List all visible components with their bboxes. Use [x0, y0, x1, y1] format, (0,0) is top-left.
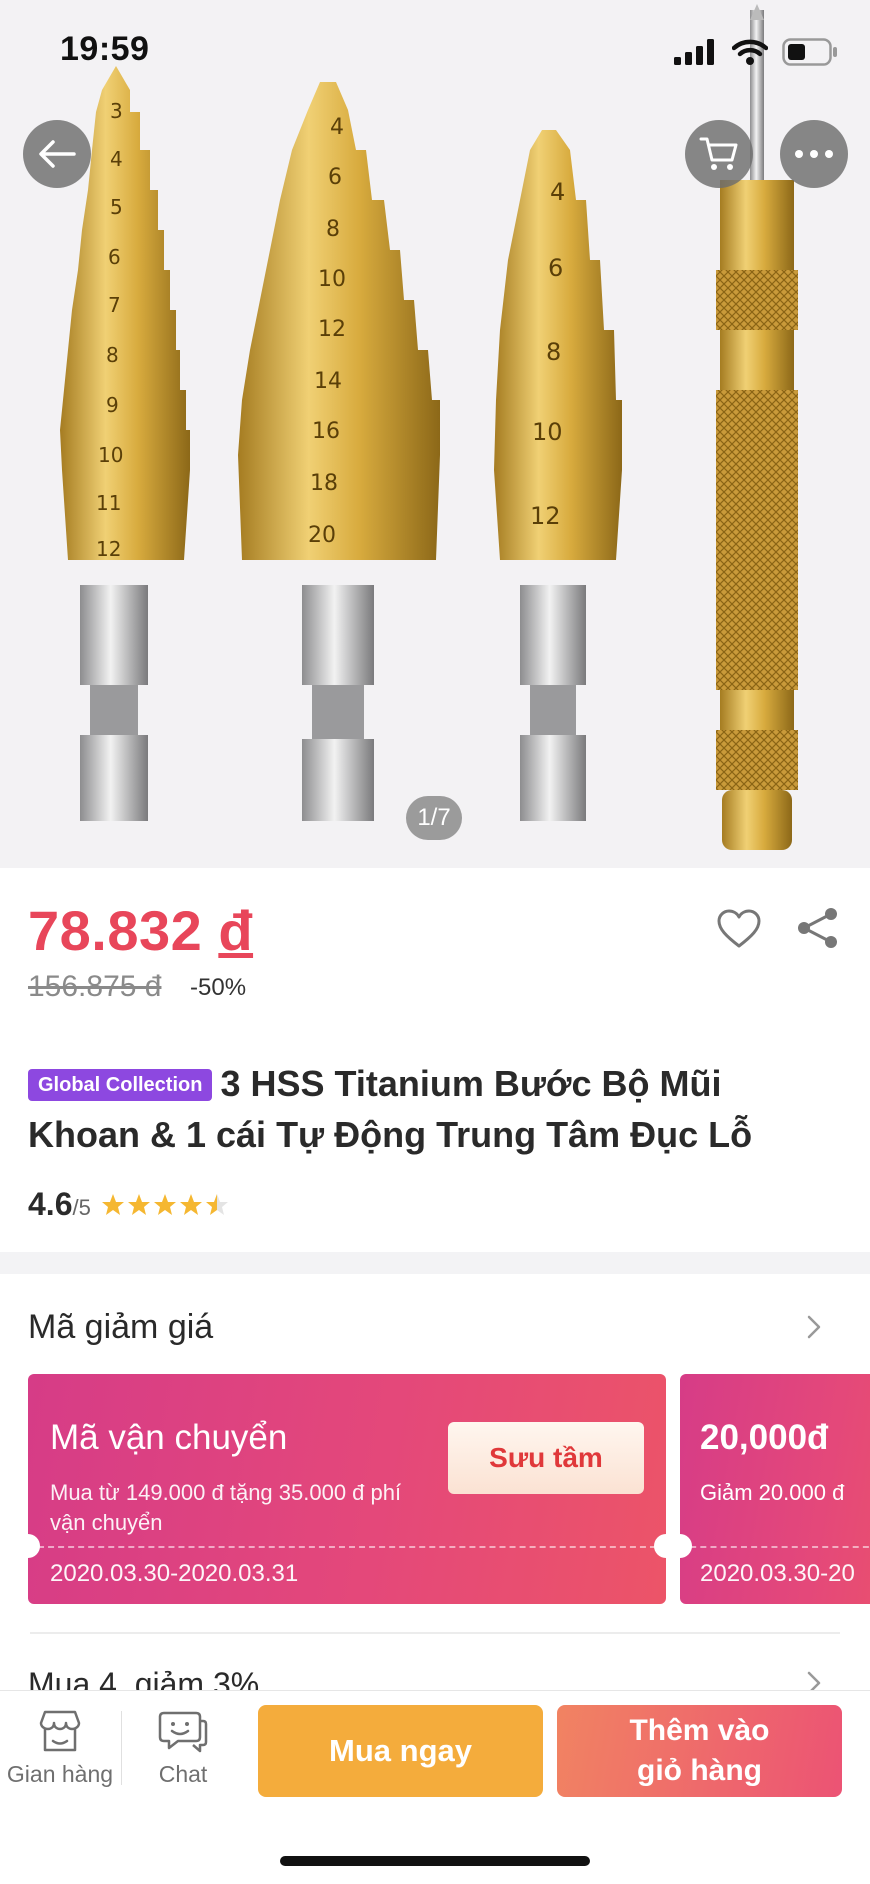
voucher-title: 20,000đ [700, 1418, 829, 1457]
buy-now-button[interactable]: Mua ngay [258, 1705, 543, 1797]
home-indicator[interactable] [280, 1856, 590, 1866]
bottom-action-bar: Gian hàng Chat Mua ngay Thêm vào giỏ hàn… [0, 1690, 870, 1804]
voucher-card[interactable]: 20,000đ Giảm 20.000 đ 2020.03.30-20 [680, 1374, 870, 1604]
rating: 4.6 /5 [28, 1186, 229, 1223]
tab-separator [121, 1711, 122, 1785]
voucher-description: Mua từ 149.000 đ tặng 35.000 đ phí vận c… [50, 1480, 402, 1535]
chevron-right-icon[interactable] [806, 1314, 822, 1340]
svg-text:3: 3 [110, 99, 123, 123]
product-image-gallery[interactable]: 3 4 5 6 7 8 9 10 11 12 4 6 8 10 12 14 16 18 20 4 6 8 10 12 [0, 0, 870, 868]
status-icons [674, 38, 838, 66]
chat-icon [158, 1711, 208, 1752]
cart-button[interactable] [685, 120, 753, 188]
star-icon [127, 1194, 150, 1215]
rating-value: 4.6 [28, 1186, 73, 1222]
add-to-cart-button[interactable]: Thêm vào giỏ hàng [557, 1705, 842, 1797]
rating-stars [101, 1193, 229, 1217]
back-button[interactable] [23, 120, 91, 188]
svg-text:8: 8 [106, 343, 119, 367]
svg-text:8: 8 [326, 217, 340, 242]
svg-text:16: 16 [312, 419, 340, 444]
voucher-title: Mã vận chuyển [50, 1418, 288, 1457]
collect-voucher-button[interactable]: Sưu tầm [448, 1422, 644, 1494]
divider [30, 1632, 840, 1634]
more-dots-icon [795, 150, 833, 158]
star-half-icon [205, 1194, 228, 1215]
product-title: Global Collection 3 HSS Titanium Bước Bộ … [28, 1058, 838, 1160]
status-bar: 19:59 [0, 0, 870, 100]
svg-text:8: 8 [546, 338, 561, 366]
battery-icon [782, 38, 837, 66]
star-icon [179, 1194, 202, 1215]
product-info: 78.832 đ 156.875 đ -50% Global Collectio… [0, 868, 870, 1252]
voucher-perforation [680, 1546, 870, 1548]
voucher-date: 2020.03.30-20 [700, 1560, 855, 1587]
voucher-section: Mã giảm giá Mã vận chuyển Mua từ 149.000… [0, 1274, 870, 1694]
svg-text:12: 12 [318, 317, 346, 342]
star-icon [153, 1194, 176, 1215]
price-currency: đ [218, 899, 254, 962]
svg-text:10: 10 [532, 418, 563, 446]
star-icon [101, 1194, 124, 1215]
svg-text:6: 6 [548, 254, 563, 282]
signal-icon [674, 39, 714, 65]
global-collection-badge: Global Collection [28, 1069, 213, 1101]
status-time: 19:59 [60, 30, 150, 68]
svg-text:10: 10 [318, 267, 346, 292]
cart-icon [699, 137, 738, 170]
price-value: 78.832 [28, 899, 203, 962]
svg-text:11: 11 [96, 491, 121, 515]
voucher-notch [654, 1534, 666, 1558]
original-price: 156.875 đ [28, 970, 162, 1003]
store-tab[interactable]: Gian hàng [0, 1691, 120, 1805]
rating-max: /5 [72, 1195, 91, 1220]
home-indicator-area [0, 1804, 870, 1884]
heart-icon[interactable] [716, 908, 762, 950]
price: 78.832 đ [28, 898, 253, 963]
svg-text:6: 6 [328, 165, 342, 190]
voucher-notch [28, 1534, 40, 1558]
store-icon [39, 1710, 81, 1751]
svg-text:5: 5 [110, 195, 123, 219]
svg-text:20: 20 [308, 523, 336, 548]
svg-text:10: 10 [98, 443, 123, 467]
chat-tab[interactable]: Chat [124, 1691, 242, 1805]
image-counter: 1/7 [406, 796, 462, 840]
section-separator [0, 1252, 870, 1274]
discount-percent: -50% [190, 974, 247, 1001]
voucher-date: 2020.03.30-2020.03.31 [50, 1560, 299, 1587]
store-tab-label: Gian hàng [6, 1760, 114, 1787]
arrow-left-icon [39, 140, 76, 168]
svg-text:6: 6 [108, 245, 121, 269]
wifi-icon [732, 39, 768, 65]
voucher-description: Giảm 20.000 đ [700, 1480, 845, 1505]
voucher-section-title[interactable]: Mã giảm giá [28, 1308, 213, 1347]
svg-text:4: 4 [110, 147, 123, 171]
voucher-notch [680, 1534, 692, 1558]
svg-text:4: 4 [550, 178, 565, 206]
svg-text:12: 12 [96, 537, 121, 561]
svg-text:18: 18 [310, 471, 338, 496]
chat-tab-label: Chat [158, 1760, 208, 1787]
svg-text:7: 7 [108, 293, 121, 317]
more-button[interactable] [780, 120, 848, 188]
svg-text:14: 14 [314, 369, 342, 394]
svg-text:12: 12 [530, 502, 561, 530]
svg-text:9: 9 [106, 393, 119, 417]
voucher-card[interactable]: Mã vận chuyển Mua từ 149.000 đ tặng 35.0… [28, 1374, 666, 1604]
voucher-perforation [28, 1546, 666, 1548]
share-icon[interactable] [796, 906, 840, 950]
svg-text:4: 4 [330, 115, 344, 140]
